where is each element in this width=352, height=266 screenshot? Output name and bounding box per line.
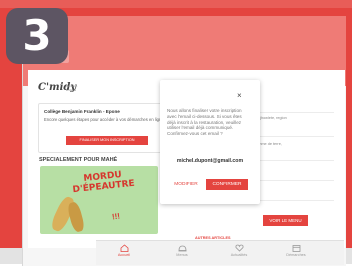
nav-label: Menus [176, 253, 188, 257]
modify-button[interactable]: MODIFIER [168, 179, 204, 190]
section-title: SPECIALEMENT POUR MAHÉ [39, 157, 118, 163]
close-icon[interactable]: × [237, 91, 242, 100]
cloche-icon [178, 245, 186, 252]
confirm-button[interactable]: CONFIRMER [206, 179, 248, 190]
grain-illustration [66, 200, 86, 234]
divider [254, 136, 334, 137]
nav-label: Accueil [117, 253, 131, 257]
nav-label: Actualités [230, 253, 248, 257]
divider [254, 180, 334, 181]
voir-menu-button[interactable]: VOIR LE MENU [263, 215, 308, 226]
heart-icon [235, 244, 243, 252]
calendar-icon [292, 245, 300, 252]
dialog-message: Nous allons finaliser votre inscription … [167, 108, 242, 137]
step-number-badge: 3 [6, 8, 68, 64]
finalize-registration-button[interactable]: FINALISER MON INSCRIPTION [66, 136, 148, 145]
divider [254, 200, 334, 201]
top-strip [0, 0, 352, 8]
dialog-email: michel.dupont@gmail.com [176, 158, 244, 164]
app-logo-subtitle: Parents · Enfants [66, 84, 79, 92]
college-description: Encore quelques étapes pour accéder à vo… [44, 117, 164, 122]
promo-title-line2: D'ÉPEAUTRE [72, 178, 136, 196]
nav-item-demarches[interactable]: Démarches [276, 244, 316, 257]
nav-label: Démarches [286, 253, 306, 257]
home-icon [120, 244, 128, 252]
promo-subtitle: !!! [111, 211, 121, 222]
nav-item-accueil[interactable]: Accueil [104, 244, 144, 257]
nav-item-menus[interactable]: Menus [162, 244, 202, 257]
college-name: Collège Benjamin Franklin - Epone [44, 109, 120, 114]
nav-item-actualites[interactable]: Actualités [219, 244, 259, 257]
divider [254, 112, 334, 113]
divider [254, 160, 334, 161]
promo-title: MORDU D'ÉPEAUTRE [71, 169, 135, 195]
promo-banner[interactable]: MORDU D'ÉPEAUTRE !!! [40, 166, 158, 234]
